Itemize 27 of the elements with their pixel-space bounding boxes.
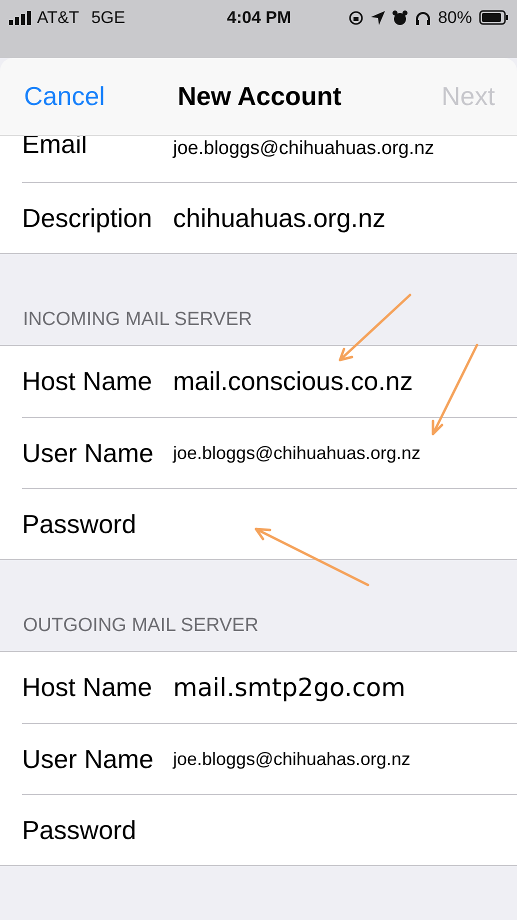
section-header: INCOMING MAIL SERVER <box>23 309 252 331</box>
section-header: OUTGOING MAIL SERVER <box>23 615 258 637</box>
field-label: Password <box>22 814 138 846</box>
input-field[interactable]: joe.bloggs@chihuahuas.org.nz <box>173 442 517 464</box>
input-field[interactable]: chihuahuas.org.nz <box>173 202 517 234</box>
cancel-button[interactable]: Cancel <box>24 81 105 112</box>
battery-percent: 80% <box>438 8 472 28</box>
field-label: Description <box>22 202 154 234</box>
field-label: User Name <box>22 744 154 774</box>
clock-time: 4:04 PM <box>226 8 292 28</box>
alarm-clock-icon <box>392 10 408 26</box>
field-label: Host Name <box>22 672 154 703</box>
headphones-icon <box>414 10 431 26</box>
sheet-title: New Account <box>178 81 342 112</box>
input-field[interactable]: joe.bloggs@chihuahuas.org.nz <box>173 138 517 160</box>
input-field[interactable]: mail.smtp2go.com <box>173 673 517 702</box>
rotation-lock-icon <box>348 10 364 26</box>
battery-icon <box>479 10 509 25</box>
input-field[interactable]: joe.bloggs@chihuahas.org.nz <box>173 748 517 770</box>
carrier-name: AT&T <box>37 8 80 28</box>
signal-icon <box>9 10 31 24</box>
field-label: User Name <box>22 438 154 468</box>
field-label: Host Name <box>22 366 154 397</box>
network-type: 5GE <box>91 8 126 28</box>
input-field[interactable]: mail.conscious.co.nz <box>173 366 517 397</box>
field-label: Password <box>22 508 138 540</box>
location-arrow-icon <box>370 10 385 24</box>
